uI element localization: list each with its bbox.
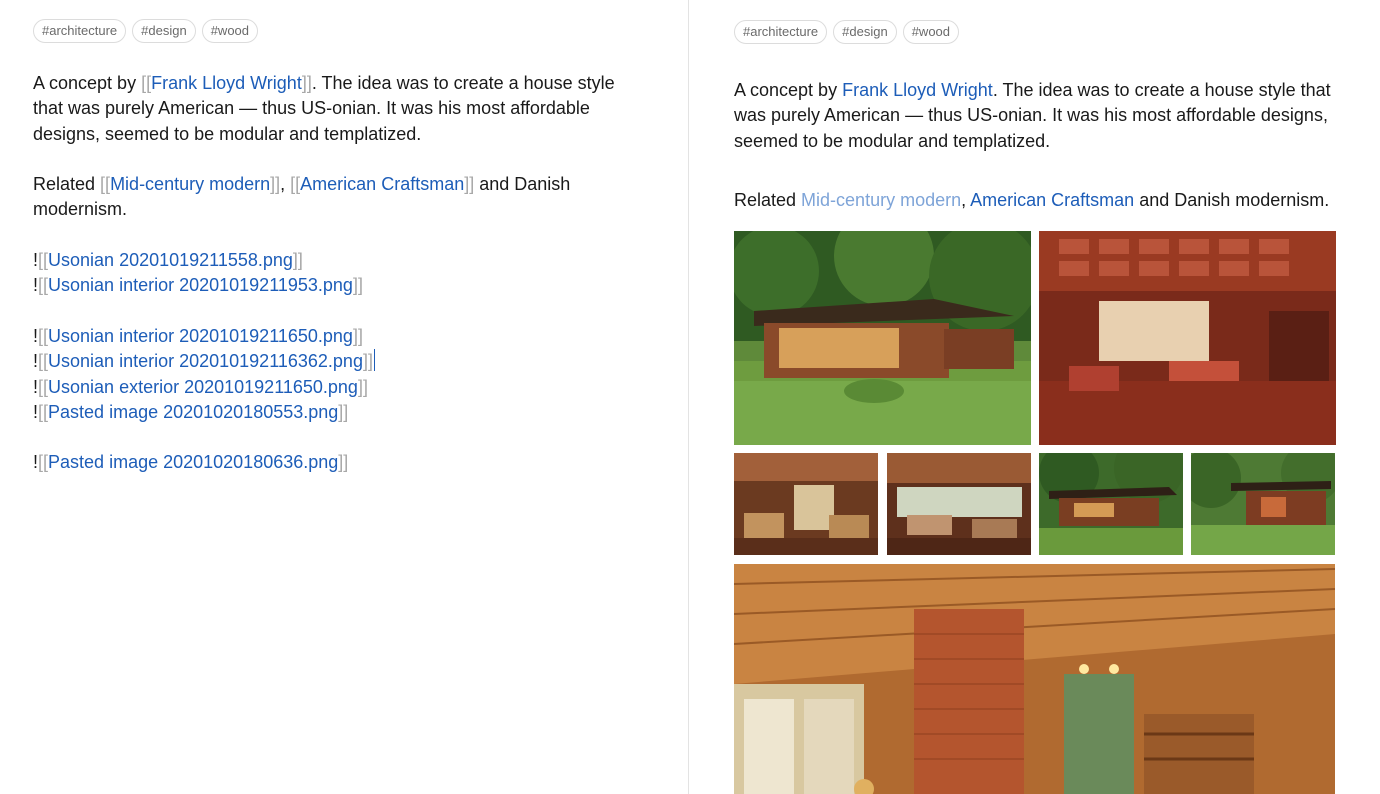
tag-wood[interactable]: #wood (902, 20, 960, 44)
embed-link[interactable]: Usonian exterior 20201019211650.png (48, 377, 358, 397)
embed-line: ![[Usonian interior 20201019211650.png]] (33, 325, 363, 346)
link-frank-lloyd-wright[interactable]: Frank Lloyd Wright (842, 80, 993, 100)
embed-line: ![[Usonian interior 20201019211953.png]] (33, 275, 363, 296)
embed-link[interactable]: Usonian interior 20201019211953.png (48, 275, 353, 295)
embedded-image-usonian-interior[interactable] (1039, 231, 1336, 445)
embedded-image-usonian-exterior[interactable] (734, 231, 1031, 445)
source-paragraph-2: Related [[Mid-century modern]], [[Americ… (33, 174, 571, 220)
embedded-image-usonian-interior-small[interactable] (734, 453, 878, 555)
preview-paragraph-1: A concept by Frank Lloyd Wright. The ide… (734, 80, 1331, 151)
link-mid-century-modern[interactable]: Mid-century modern (801, 190, 961, 210)
embedded-image-usonian-interior-wide[interactable] (887, 453, 1031, 555)
embed-link[interactable]: Pasted image 20201020180636.png (48, 452, 338, 472)
embed-link[interactable]: Usonian interior 20201019211650.png (48, 326, 353, 346)
wikilink-american-craftsman[interactable]: American Craftsman (300, 174, 464, 194)
preview-paragraph-2: Related Mid-century modern, American Cra… (734, 190, 1330, 210)
tag-architecture[interactable]: #architecture (734, 20, 828, 44)
link-american-craftsman[interactable]: American Craftsman (970, 190, 1134, 210)
embed-link[interactable]: Usonian 20201019211558.png (48, 250, 293, 270)
text-cursor (373, 349, 376, 372)
embed-line: ![[Usonian interior 202010192116362.png]… (33, 349, 623, 374)
wikilink-mid-century-modern[interactable]: Mid-century modern (110, 174, 270, 194)
source-paragraph-1: A concept by [[Frank Lloyd Wright]]. The… (33, 73, 615, 144)
embed-line: ![[Usonian 20201019211558.png]] (33, 250, 303, 271)
wikilink-frank-lloyd-wright[interactable]: Frank Lloyd Wright (151, 73, 302, 93)
embed-line: ![[Pasted image 20201020180553.png]] (33, 401, 349, 422)
preview-pane[interactable]: #architecture #design #wood A concept by… (689, 0, 1380, 794)
tag-architecture[interactable]: #architecture (33, 19, 127, 43)
editor-pane[interactable]: #architecture #design #wood A concept by… (0, 0, 688, 794)
embed-link[interactable]: Pasted image 20201020180553.png (48, 402, 338, 422)
embed-line: ![[Usonian exterior 20201019211650.png]] (33, 376, 368, 397)
tag-design[interactable]: #design (833, 20, 897, 44)
tag-wood[interactable]: #wood (201, 19, 259, 43)
embed-link[interactable]: Usonian interior 202010192116362.png (48, 351, 363, 371)
embedded-image-pasted-2[interactable] (734, 564, 1335, 794)
embedded-image-usonian-exterior-small[interactable] (1039, 453, 1183, 555)
editor-tag-list: #architecture #design #wood (33, 19, 259, 43)
markdown-source[interactable]: A concept by [[Frank Lloyd Wright]]. The… (33, 71, 623, 476)
preview-tag-list: #architecture #design #wood (734, 20, 960, 44)
tag-design[interactable]: #design (132, 19, 196, 43)
embedded-image-pasted-1[interactable] (1191, 453, 1335, 555)
embed-line: ![[Pasted image 20201020180636.png]] (33, 452, 349, 473)
